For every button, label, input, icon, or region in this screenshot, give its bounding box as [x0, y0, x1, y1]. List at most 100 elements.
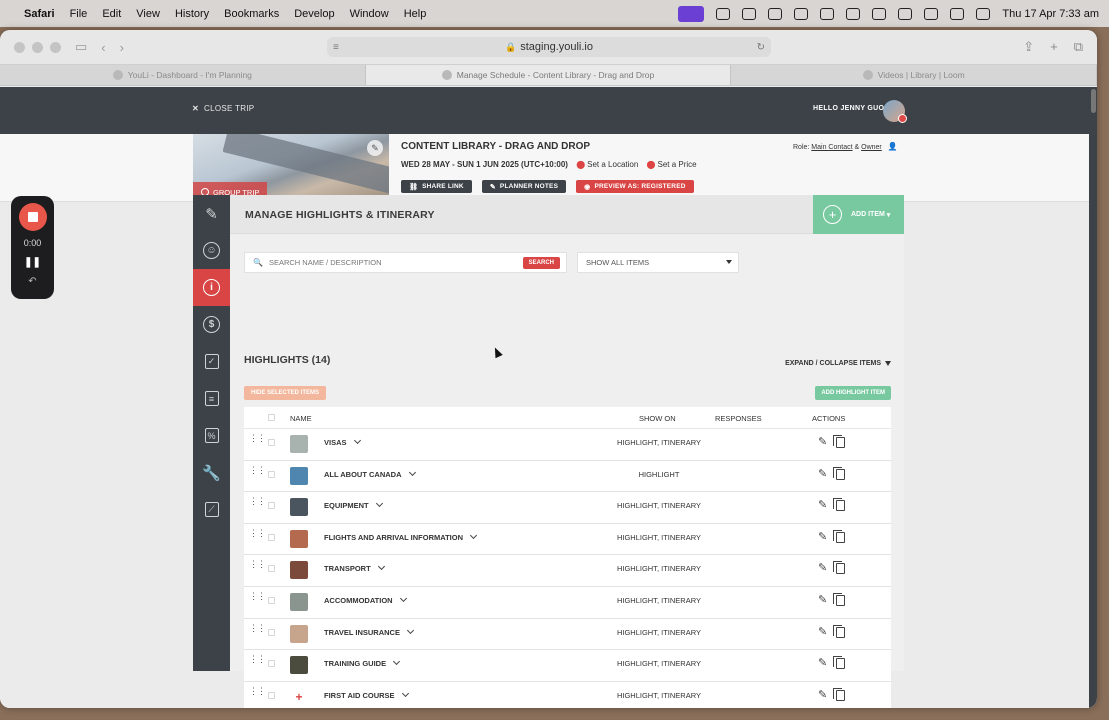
row-checkbox[interactable] [268, 470, 275, 478]
avatar[interactable] [883, 100, 907, 123]
sidebar-item-discounts[interactable]: % [193, 417, 230, 454]
page-scrollbar[interactable] [1089, 87, 1097, 708]
row-checkbox[interactable] [268, 628, 275, 636]
table-row[interactable]: ⋮⋮ ACCOMMODATION HIGHLIGHT, ITINERARY ✎ [244, 587, 891, 619]
row-checkbox[interactable] [268, 660, 275, 668]
copy-icon[interactable] [833, 656, 845, 670]
drag-handle-icon[interactable]: ⋮⋮ [249, 655, 266, 664]
edit-pencil-icon[interactable]: ✎ [818, 625, 827, 638]
table-row[interactable]: ⋮⋮ ALL ABOUT CANADA HIGHLIGHT ✎ [244, 461, 891, 493]
drag-handle-icon[interactable]: ⋮⋮ [249, 497, 266, 506]
address-bar[interactable]: ≡ 🔒 staging.youli.io ↻ [327, 37, 771, 57]
new-tab-icon[interactable]: + [1050, 39, 1058, 55]
copy-icon[interactable] [833, 466, 845, 480]
sidebar-item-tasks[interactable]: ✓ [193, 343, 230, 380]
sidebar-item-settings[interactable]: 🔧 [193, 454, 230, 491]
drag-handle-icon[interactable]: ⋮⋮ [249, 686, 266, 695]
edit-pencil-icon[interactable]: ✎ [818, 435, 827, 448]
preview-button[interactable]: ◉ PREVIEW AS: REGISTERED [576, 180, 694, 193]
edit-pencil-icon[interactable]: ✎ [818, 688, 827, 701]
expand-collapse-toggle[interactable]: EXPAND / COLLAPSE ITEMS [785, 360, 891, 367]
set-location-link[interactable]: Set a Location [587, 160, 638, 169]
edit-pencil-icon[interactable]: ✎ [818, 593, 827, 606]
search-button[interactable]: SEARCH [522, 257, 560, 269]
sidebar-item-reports[interactable]: ⟋ [193, 491, 230, 528]
control-center-icon[interactable] [976, 7, 991, 20]
bluetooth-icon[interactable] [820, 7, 835, 20]
battery-icon[interactable] [898, 7, 913, 20]
app-tray-icon[interactable] [742, 7, 757, 20]
table-row[interactable]: ⋮⋮ TRANSPORT HIGHLIGHT, ITINERARY ✎ [244, 555, 891, 587]
reload-icon[interactable]: ↻ [757, 42, 765, 53]
sidebar-item-payments[interactable]: $ [193, 306, 230, 343]
table-row[interactable]: ⋮⋮ EQUIPMENT HIGHLIGHT, ITINERARY ✎ [244, 492, 891, 524]
airpods-icon[interactable] [794, 7, 809, 20]
drag-handle-icon[interactable]: ⋮⋮ [249, 465, 266, 474]
edit-pencil-icon[interactable]: ✎ [818, 498, 827, 511]
item-name[interactable]: TRAVEL INSURANCE [324, 626, 415, 637]
copy-icon[interactable] [833, 529, 845, 543]
edit-pencil-icon[interactable]: ✎ [818, 530, 827, 543]
chevron-down-icon[interactable] [469, 531, 478, 539]
tab-manage-schedule[interactable]: Manage Schedule - Content Library - Drag… [365, 65, 732, 85]
role-main-contact[interactable]: Main Contact [811, 144, 852, 151]
page-menu-icon[interactable]: ≡ [333, 42, 339, 53]
copy-icon[interactable] [833, 561, 845, 575]
car-icon[interactable] [846, 7, 861, 20]
close-window-button[interactable] [14, 41, 25, 53]
chevron-down-icon[interactable] [377, 563, 385, 571]
pause-icon[interactable]: ❚❚ [24, 257, 41, 268]
menu-develop[interactable]: Develop [294, 8, 334, 20]
chevron-down-icon[interactable] [375, 500, 383, 508]
chevron-down-icon[interactable] [399, 594, 407, 603]
user-greeting[interactable]: HELLO JENNY GUO [813, 105, 884, 112]
menu-app-name[interactable]: Safari [24, 8, 55, 20]
item-name[interactable]: EQUIPMENT [324, 500, 383, 510]
restart-icon[interactable]: ↶ [28, 276, 36, 287]
menu-window[interactable]: Window [350, 8, 389, 20]
tab-overview-icon[interactable]: ⧉ [1074, 39, 1083, 55]
sidebar-item-info[interactable]: i [193, 269, 230, 306]
drag-handle-icon[interactable]: ⋮⋮ [249, 591, 266, 600]
chevron-down-icon[interactable] [393, 658, 401, 666]
sidebar-item-documents[interactable]: ≡ [193, 380, 230, 417]
cloud-icon[interactable] [716, 7, 731, 20]
drag-handle-icon[interactable]: ⋮⋮ [249, 560, 266, 569]
table-row[interactable]: ⋮⋮ TRAVEL INSURANCE HIGHLIGHT, ITINERARY ✎ [244, 619, 891, 651]
menu-help[interactable]: Help [404, 8, 427, 20]
edit-pencil-icon[interactable]: ✎ [818, 561, 827, 574]
row-checkbox[interactable] [268, 565, 275, 573]
forward-icon[interactable]: › [120, 40, 124, 55]
drag-handle-icon[interactable]: ⋮⋮ [249, 528, 266, 537]
edit-pencil-icon[interactable]: ✎ [818, 656, 827, 669]
row-checkbox[interactable] [268, 691, 275, 699]
sidebar-item-edit[interactable]: ✎ [193, 195, 230, 232]
menu-edit[interactable]: Edit [102, 8, 121, 20]
edit-cover-icon[interactable]: ✎ [367, 140, 383, 156]
add-item-button[interactable]: + ADD ITEM ▾ [813, 195, 904, 234]
item-name[interactable]: VISAS [324, 436, 361, 447]
zoom-window-button[interactable] [50, 41, 61, 53]
stop-recording-button[interactable] [18, 203, 47, 231]
menu-history[interactable]: History [175, 8, 209, 20]
menu-file[interactable]: File [70, 8, 88, 20]
chevron-down-icon[interactable] [401, 689, 409, 697]
drag-handle-icon[interactable]: ⋮⋮ [249, 623, 266, 632]
item-name[interactable]: TRANSPORT [324, 563, 385, 573]
spotlight-search-icon[interactable] [950, 7, 965, 20]
planner-notes-button[interactable]: ✎ PLANNER NOTES [481, 180, 567, 193]
scrollbar-thumb[interactable] [1091, 89, 1096, 113]
chevron-down-icon[interactable] [406, 626, 415, 634]
copy-icon[interactable] [833, 624, 845, 638]
item-name[interactable]: TRAINING GUIDE [324, 658, 401, 668]
tab-loom[interactable]: Videos | Library | Loom [731, 65, 1097, 85]
add-highlight-button[interactable]: ADD HIGHLIGHT ITEM [815, 386, 891, 400]
copy-icon[interactable] [833, 592, 845, 606]
role-owner[interactable]: Owner [861, 144, 882, 151]
copy-icon[interactable] [833, 498, 845, 512]
minimize-window-button[interactable] [32, 41, 43, 53]
tab-dashboard[interactable]: YouLi - Dashboard - I'm Planning [0, 65, 366, 85]
copy-icon[interactable] [833, 435, 845, 448]
row-checkbox[interactable] [268, 439, 275, 446]
table-row[interactable]: ⋮⋮ TRAINING GUIDE HIGHLIGHT, ITINERARY ✎ [244, 650, 891, 682]
